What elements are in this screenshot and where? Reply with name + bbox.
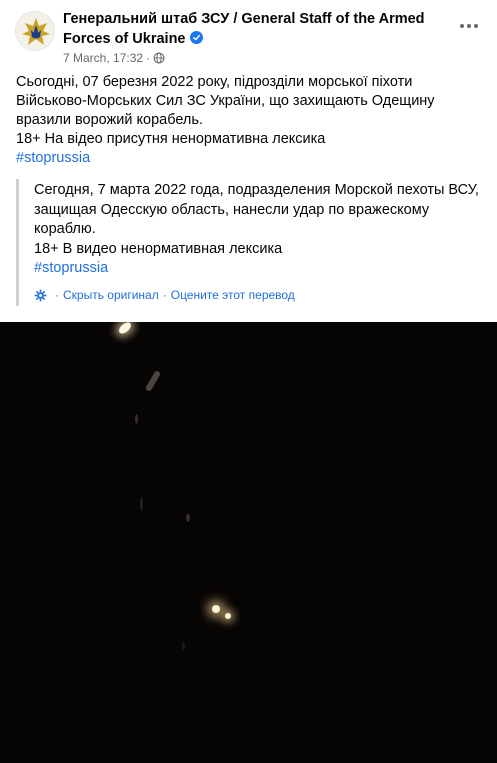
gear-icon[interactable] xyxy=(34,289,47,302)
translation-paragraph: Сегодня, 7 марта 2022 года, подразделени… xyxy=(34,182,479,237)
post-text-warning: 18+ На відео присутня ненормативна лекси… xyxy=(16,131,326,147)
translation-hashtag-link[interactable]: #stoprussia xyxy=(34,260,108,276)
actions-separator: · xyxy=(55,288,59,302)
meta-separator: · xyxy=(146,51,151,65)
post-timestamp[interactable]: 7 March, 17:32 xyxy=(63,50,143,66)
post-header: Генеральний штаб ЗСУ / General Staff of … xyxy=(0,0,497,66)
video-light-streak xyxy=(144,369,162,393)
actions-separator: · xyxy=(162,288,167,302)
author-name-text[interactable]: Генеральний штаб ЗСУ / General Staff of … xyxy=(63,11,425,47)
translation-block: Сегодня, 7 марта 2022 года, подразделени… xyxy=(16,179,481,306)
hide-original-link[interactable]: Скрыть оригинал xyxy=(63,287,159,303)
armed-forces-emblem-icon xyxy=(16,12,54,50)
translation-actions: · Скрыть оригинал · Оцените этот перевод xyxy=(34,287,295,303)
translation-warning: 18+ В видео ненормативная лексика xyxy=(34,240,283,257)
author-name[interactable]: Генеральний штаб ЗСУ / General Staff of … xyxy=(63,9,443,49)
globe-icon[interactable] xyxy=(153,52,165,64)
post-meta: 7 March, 17:32 · xyxy=(63,50,165,66)
video-player[interactable] xyxy=(0,322,497,763)
video-light-flare xyxy=(212,605,220,613)
video-light-streak xyxy=(140,497,143,511)
video-light-streak xyxy=(117,322,133,336)
video-light-streak xyxy=(182,642,185,651)
page-avatar[interactable] xyxy=(15,11,55,51)
video-light-flare xyxy=(225,613,231,619)
video-light-streak xyxy=(186,514,190,522)
hashtag-link[interactable]: #stoprussia xyxy=(16,150,90,166)
post-body: Сьогодні, 07 березня 2022 року, підрозді… xyxy=(16,73,486,168)
rate-translation-link[interactable]: Оцените этот перевод xyxy=(171,287,295,303)
more-options-icon xyxy=(460,24,464,28)
verified-badge-icon xyxy=(189,31,203,44)
video-light-streak xyxy=(135,414,138,424)
more-options-button[interactable] xyxy=(457,14,481,38)
post-text-paragraph: Сьогодні, 07 березня 2022 року, підрозді… xyxy=(16,74,435,128)
